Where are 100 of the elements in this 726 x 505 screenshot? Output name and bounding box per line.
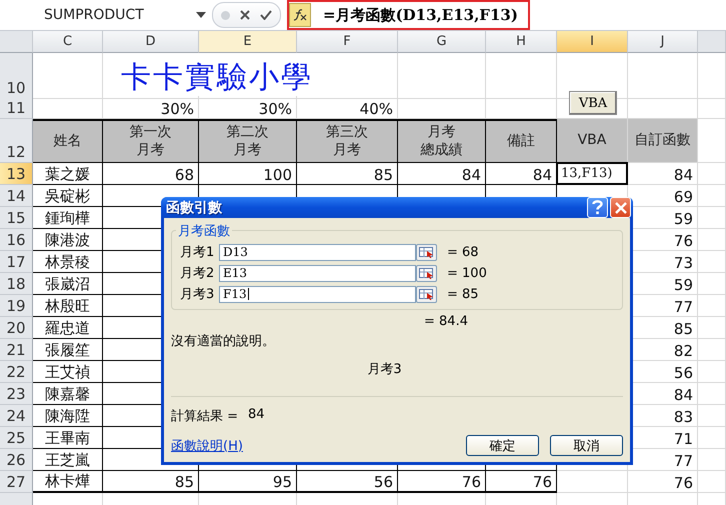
table-cell: 76	[628, 471, 698, 493]
row-number[interactable]: 18	[0, 273, 33, 295]
grid-cell	[698, 339, 726, 361]
column-letter[interactable]: J	[628, 31, 698, 53]
row-number[interactable]: 10	[0, 53, 33, 99]
argument-field[interactable]: E13	[219, 264, 416, 282]
row-number[interactable]: 25	[0, 427, 33, 449]
table-cell: 葉之媛	[33, 163, 103, 185]
header-text: 第一次	[130, 124, 172, 142]
table-cell: 85	[103, 471, 199, 493]
handle-icon	[221, 10, 230, 20]
row-number[interactable]: 24	[0, 405, 33, 427]
table-cell: 林卡燁	[33, 471, 103, 493]
cancel-button[interactable]: 取消	[550, 435, 623, 456]
check-icon[interactable]	[260, 10, 272, 20]
table-cell: 王畢南	[33, 427, 103, 449]
row-number[interactable]: 21	[0, 339, 33, 361]
grid-cell	[698, 471, 726, 493]
close-button[interactable]	[610, 197, 631, 218]
table-cell: 76	[398, 471, 486, 493]
argument-value: = 68	[447, 244, 479, 260]
table-cell: 鍾珣樺	[33, 207, 103, 229]
close-icon	[614, 202, 626, 214]
calc-result-label: 計算結果 =	[171, 408, 238, 425]
row-number[interactable]: 23	[0, 383, 33, 405]
column-letter[interactable]: E	[199, 31, 297, 53]
name-box[interactable]: SUMPRODUCT	[0, 4, 196, 26]
formula-text[interactable]: =月考函數(D13,E13,F13)	[311, 6, 518, 24]
collapse-dialog-button[interactable]	[416, 286, 437, 302]
table-cell: 張履笙	[33, 339, 103, 361]
row-number[interactable]: 11	[0, 96, 33, 119]
argument-field[interactable]: F13	[219, 286, 416, 302]
row-number[interactable]: 17	[0, 251, 33, 273]
table-cell: 85	[297, 163, 398, 185]
range-select-icon	[419, 288, 434, 300]
question-mark-icon	[592, 200, 603, 215]
vba-button[interactable]: VBA	[569, 91, 617, 115]
table-cell: 羅忠道	[33, 317, 103, 339]
table-cell: 林殷旺	[33, 295, 103, 317]
group-title: 月考函數	[176, 222, 232, 240]
row-number[interactable]: 19	[0, 295, 33, 317]
table-cell: 84	[398, 163, 486, 185]
column-letter[interactable]: F	[297, 31, 398, 53]
column-letter[interactable]: H	[486, 31, 557, 53]
grid-cell	[698, 96, 726, 119]
row-number[interactable]: 27	[0, 471, 33, 493]
grid-cell	[698, 383, 726, 405]
row-number[interactable]: 15	[0, 207, 33, 229]
collapse-dialog-button[interactable]	[416, 264, 437, 282]
grid-cell	[698, 317, 726, 339]
header-text: VBA	[578, 132, 606, 150]
function-help-link[interactable]: 函數說明(H)	[171, 436, 243, 454]
collapse-dialog-button[interactable]	[416, 244, 437, 260]
grid-cell	[698, 361, 726, 383]
grid-cell	[698, 185, 726, 207]
column-letter[interactable]: I	[557, 31, 628, 53]
table-cell: 王艾禎	[33, 361, 103, 383]
table-cell: 陳海陞	[33, 405, 103, 427]
row-number[interactable]: 22	[0, 361, 33, 383]
argument-description: 月考3	[367, 361, 402, 379]
argument-field[interactable]: D13	[219, 244, 416, 260]
column-letter[interactable]: D	[103, 31, 199, 53]
argument-label: 月考2	[180, 265, 216, 282]
row-number[interactable]: 16	[0, 229, 33, 251]
header-text: 月考	[333, 142, 361, 159]
table-cell: 王芝嵐	[33, 449, 103, 471]
table-cell: 56	[297, 471, 398, 493]
row-number[interactable]: 13	[0, 163, 33, 185]
column-letter[interactable]: C	[33, 31, 103, 53]
row-number[interactable]: 26	[0, 449, 33, 471]
row-number[interactable]: 12	[0, 119, 33, 163]
help-button[interactable]	[587, 197, 608, 218]
header-text: 第二次	[226, 124, 268, 142]
table-cell: 95	[199, 471, 297, 493]
active-cell[interactable]: 13,F13)	[556, 162, 628, 185]
row-number[interactable]: 14	[0, 185, 33, 207]
grid-cell	[698, 229, 726, 251]
table-cell: 陳嘉馨	[33, 383, 103, 405]
dropdown-caret-icon[interactable]	[196, 12, 206, 18]
argument-value: = 85	[447, 286, 479, 302]
insert-function-button[interactable]	[289, 3, 311, 27]
argument-value: = 100	[447, 266, 487, 280]
range-select-icon	[419, 268, 434, 278]
grid-cell	[698, 163, 726, 185]
grid-cell	[698, 427, 726, 449]
header-text: 自訂函數	[634, 132, 690, 150]
table-cell: 84	[628, 163, 698, 185]
argument-label: 月考1	[180, 244, 216, 261]
grid-cell	[698, 405, 726, 427]
header-text: 月考	[428, 124, 456, 142]
ok-button[interactable]: 確定	[466, 435, 539, 456]
grid-cell	[698, 273, 726, 295]
table-cell: 張崴沼	[33, 273, 103, 295]
column-letter[interactable]: G	[398, 31, 486, 53]
grid-cell	[486, 53, 557, 99]
range-select-icon	[419, 246, 434, 258]
table-cell: 林景稜	[33, 251, 103, 273]
grid-cell	[698, 295, 726, 317]
row-number[interactable]: 20	[0, 317, 33, 339]
cancel-icon[interactable]	[240, 10, 250, 20]
